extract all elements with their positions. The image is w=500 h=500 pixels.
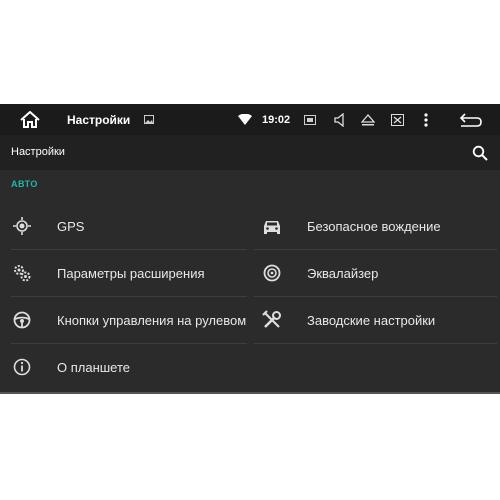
statusbar-title: Настройки <box>67 112 131 127</box>
status-bar: Настройки 19:02 <box>0 104 500 135</box>
home-icon[interactable] <box>14 104 46 135</box>
item-label: Эквалайзер <box>307 265 379 281</box>
item-label: Параметры расширения <box>57 265 205 281</box>
gears-icon <box>11 262 33 284</box>
equalizer-icon <box>261 262 283 284</box>
sd-card-icon[interactable] <box>302 104 318 135</box>
steering-wheel-icon <box>11 309 33 331</box>
item-label: GPS <box>57 218 85 234</box>
settings-item-about-tablet[interactable]: О планшете <box>11 344 247 390</box>
item-label: Безопасное вождение <box>307 218 441 234</box>
bottom-edge <box>0 392 500 394</box>
wifi-icon <box>237 104 253 135</box>
car-icon <box>261 215 283 237</box>
settings-item-safe-driving[interactable]: Безопасное вождение <box>261 203 497 249</box>
overflow-menu-icon[interactable] <box>420 104 432 135</box>
eject-icon[interactable] <box>360 104 376 135</box>
settings-item-factory-settings[interactable]: Заводские настройки <box>261 297 497 343</box>
info-icon <box>11 356 33 378</box>
image-icon <box>143 104 155 135</box>
settings-item-steering-controls[interactable]: Кнопки управления на рулевом колесе <box>11 297 247 343</box>
back-icon[interactable] <box>458 104 484 135</box>
section-header-auto: АВТО <box>11 179 38 189</box>
settings-screen: Настройки 19:02 Настройки АВТО GPS Безоп… <box>0 104 500 394</box>
page-title: Настройки <box>11 146 65 158</box>
settings-item-equalizer[interactable]: Эквалайзер <box>261 250 497 296</box>
clock: 19:02 <box>262 113 291 126</box>
settings-item-gps[interactable]: GPS <box>11 203 247 249</box>
volume-icon[interactable] <box>332 104 348 135</box>
item-label: Кнопки управления на рулевом колесе <box>57 312 247 328</box>
gps-icon <box>11 215 33 237</box>
settings-item-extension-params[interactable]: Параметры расширения <box>11 250 247 296</box>
close-box-icon[interactable] <box>389 104 405 135</box>
divider <box>254 343 497 344</box>
tools-icon <box>261 309 283 331</box>
item-label: Заводские настройки <box>307 312 436 328</box>
item-label: О планшете <box>57 359 131 375</box>
toolbar: Настройки <box>0 135 500 170</box>
search-icon[interactable] <box>472 145 488 161</box>
